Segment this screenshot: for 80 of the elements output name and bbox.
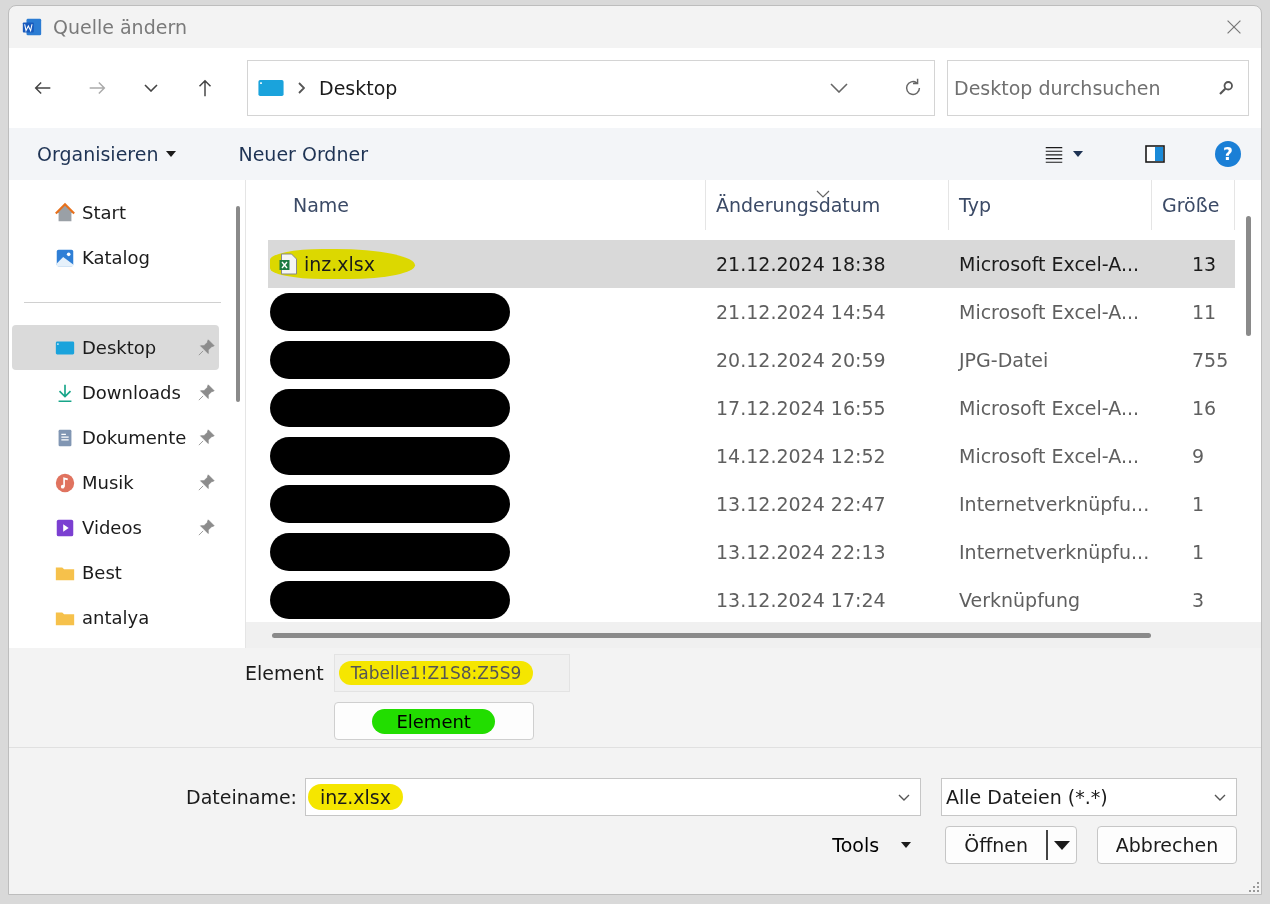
- file-row[interactable]: 13.12.2024 22:13 Internetverknüpfu... 1: [268, 528, 1235, 576]
- sidebar-item[interactable]: antalya: [12, 595, 219, 640]
- size-cell-text: 9: [1191, 445, 1206, 467]
- file-row[interactable]: 17.12.2024 16:55 Microsoft Excel-A... 16: [268, 384, 1235, 432]
- chevron-down-icon: [898, 793, 910, 801]
- type-cell-text: Microsoft Excel-A...: [958, 445, 1141, 467]
- sidebar-item[interactable]: Dokumente: [12, 415, 219, 460]
- date-cell-text: 13.12.2024 17:24: [715, 589, 887, 611]
- caret-icon: [166, 151, 177, 157]
- scrollbar-thumb[interactable]: [236, 206, 240, 402]
- search-icon: [1217, 79, 1235, 97]
- open-button[interactable]: Öffnen: [945, 826, 1077, 864]
- file-row[interactable]: inz.xlsx 21.12.2024 18:38 Microsoft Excel-A... 13: [268, 240, 1235, 288]
- type-cell-text: Internetverknüpfu...: [958, 541, 1151, 563]
- chevron-down-icon: [1214, 793, 1226, 801]
- size-cell-text: 755: [1191, 349, 1230, 371]
- cancel-button[interactable]: Abbrechen: [1097, 826, 1237, 864]
- date-cell-text: 13.12.2024 22:13: [715, 541, 887, 563]
- column-header[interactable]: Änderungsdatum: [706, 180, 949, 230]
- caret-icon: [1073, 151, 1083, 157]
- date-cell-text: 21.12.2024 14:54: [715, 301, 887, 323]
- chevron-down-icon: [830, 83, 848, 93]
- date-cell-text: 13.12.2024 22:47: [715, 493, 887, 515]
- scrollbar-thumb[interactable]: [1246, 216, 1251, 336]
- column-header[interactable]: Name: [246, 180, 706, 230]
- house-icon: [54, 201, 76, 224]
- path-segment[interactable]: Desktop: [319, 77, 816, 99]
- file-row[interactable]: 20.12.2024 20:59 JPG-Datei 755: [268, 336, 1235, 384]
- date-cell-text: 14.12.2024 12:52: [715, 445, 887, 467]
- size-cell-text: 1: [1191, 541, 1206, 563]
- tools-menu[interactable]: Tools: [826, 833, 918, 857]
- preview-pane-icon: [1145, 145, 1165, 163]
- file-row[interactable]: 13.12.2024 22:47 Internetverknüpfu... 1: [268, 480, 1235, 528]
- file-row[interactable]: 21.12.2024 14:54 Microsoft Excel-A... 11: [268, 288, 1235, 336]
- resize-grip-icon: [1249, 882, 1259, 892]
- date-cell-text: 21.12.2024 18:38: [715, 253, 887, 275]
- excel-file-icon: [278, 253, 298, 275]
- file-row[interactable]: 13.12.2024 17:24 Verknüpfung 3: [268, 576, 1235, 622]
- new-folder-button[interactable]: Neuer Ordner: [226, 139, 380, 169]
- column-header[interactable]: Größe: [1152, 180, 1235, 230]
- size-cell-text: 1: [1191, 493, 1206, 515]
- file-type-dropdown[interactable]: Alle Dateien (*.*): [941, 778, 1237, 816]
- chevron-down-icon: [144, 84, 158, 92]
- type-cell-text: Microsoft Excel-A...: [958, 301, 1141, 323]
- scrollbar-thumb[interactable]: [272, 632, 1151, 638]
- sidebar-item[interactable]: Musik: [12, 460, 219, 505]
- address-bar[interactable]: Desktop: [247, 60, 935, 116]
- filename-label: Dateiname:: [186, 786, 297, 808]
- type-cell-text: Microsoft Excel-A...: [958, 397, 1141, 419]
- word-icon: [21, 16, 43, 38]
- date-cell-text: 17.12.2024 16:55: [715, 397, 887, 419]
- organize-menu[interactable]: Organisieren: [25, 139, 189, 169]
- size-cell-text: 13: [1191, 253, 1218, 275]
- sidebar-item[interactable]: Best: [12, 550, 219, 595]
- element-label: Element: [245, 661, 324, 686]
- music-icon: [54, 471, 76, 494]
- sidebar-item[interactable]: Downloads: [12, 370, 219, 415]
- window-title: Quelle ändern: [53, 16, 188, 38]
- size-cell-text: 16: [1191, 397, 1218, 419]
- date-cell-text: 20.12.2024 20:59: [715, 349, 887, 371]
- type-cell-text: JPG-Datei: [957, 349, 1050, 371]
- type-cell-text: Internetverknüpfu...: [958, 493, 1151, 515]
- filename-field[interactable]: inz.xlsx: [305, 778, 921, 816]
- size-cell-text: 3: [1191, 589, 1206, 611]
- sidebar-item[interactable]: Start: [12, 190, 219, 235]
- desktop-icon: [258, 80, 284, 96]
- help-button[interactable]: ?: [1215, 141, 1241, 167]
- search-field[interactable]: Desktop durchsuchen: [947, 60, 1249, 116]
- caret-icon: [1054, 840, 1070, 850]
- type-cell-text: Microsoft Excel-A...: [958, 253, 1141, 275]
- size-cell-text: 11: [1191, 301, 1218, 323]
- file-name: inz.xlsx: [270, 249, 415, 279]
- sidebar-item[interactable]: Desktop: [12, 325, 219, 370]
- column-header[interactable]: Typ: [949, 180, 1152, 230]
- file-row[interactable]: 14.12.2024 12:52 Microsoft Excel-A... 9: [268, 432, 1235, 480]
- sidebar-item[interactable]: Katalog: [12, 235, 219, 280]
- sidebar-item[interactable]: Videos: [12, 505, 219, 550]
- chevron-right-icon: [298, 82, 305, 94]
- type-cell-text: Verknüpfung: [958, 589, 1081, 611]
- caret-icon: [901, 842, 912, 848]
